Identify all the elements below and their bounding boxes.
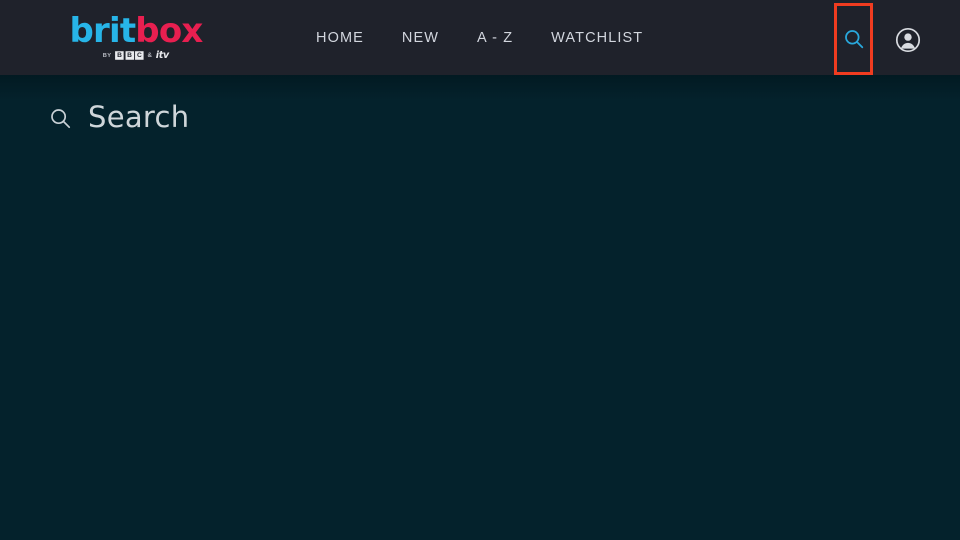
bbc-logo: B B C (115, 51, 144, 60)
header-search-button[interactable] (834, 3, 873, 75)
search-page-title: Search (88, 100, 190, 134)
search-results-area (0, 150, 960, 540)
nav-item-home[interactable]: HOME (316, 24, 364, 52)
logo-byline-prefix: BY (102, 52, 112, 59)
logo-wordmark: britbox (69, 11, 203, 51)
nav-item-new[interactable]: NEW (402, 24, 439, 52)
account-button[interactable] (893, 25, 923, 55)
primary-navigation: HOME NEW A - Z WATCHLIST (316, 0, 643, 75)
logo-brit-text: brit (69, 11, 136, 51)
bbc-letter-b1: B (115, 51, 124, 60)
logo-byline: BY B B C & itv (103, 51, 169, 60)
britbox-app-window: britbox BY B B C & itv HOME NEW A - Z WA… (0, 0, 960, 540)
site-header: britbox BY B B C & itv HOME NEW A - Z WA… (0, 0, 960, 75)
search-page-heading: Search (48, 100, 189, 134)
account-icon (895, 27, 921, 53)
header-shadow (0, 75, 960, 101)
itv-logo: itv (155, 50, 170, 61)
bbc-letter-c: C (135, 51, 144, 60)
logo-box-text: box (135, 11, 203, 51)
search-page-icon-wrap (48, 106, 73, 131)
logo-byline-conjunction: & (147, 52, 153, 59)
search-icon (51, 108, 71, 128)
nav-item-a-z[interactable]: A - Z (477, 24, 513, 52)
nav-item-watchlist[interactable]: WATCHLIST (551, 24, 643, 52)
bbc-letter-b2: B (125, 51, 134, 60)
search-icon (844, 30, 863, 49)
britbox-logo[interactable]: britbox BY B B C & itv (46, 14, 226, 64)
